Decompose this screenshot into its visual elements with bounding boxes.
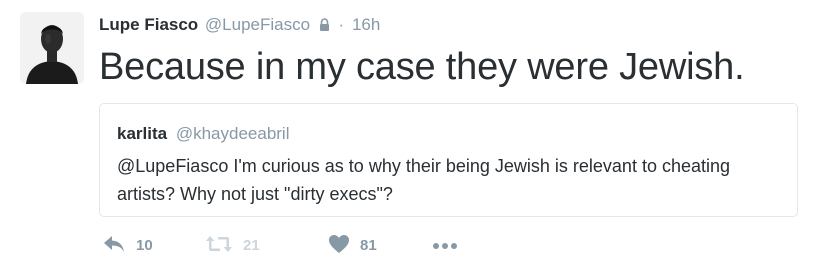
tweet: Lupe Fiasco @LupeFiasco · 16h Because in… bbox=[0, 0, 816, 274]
quoted-author-handle: @khaydeeabril bbox=[175, 124, 290, 143]
author-handle[interactable]: @LupeFiasco bbox=[205, 15, 310, 34]
quoted-author-name: karlita bbox=[117, 124, 168, 143]
quoted-tweet[interactable]: karlita @khaydeeabril @LupeFiasco I'm cu… bbox=[99, 103, 798, 217]
tweet-header: Lupe Fiasco @LupeFiasco · 16h bbox=[99, 14, 380, 37]
reply-count: 10 bbox=[136, 237, 153, 254]
more-button[interactable] bbox=[432, 234, 458, 258]
retweet-button[interactable]: 21 bbox=[205, 234, 260, 258]
reply-button[interactable]: 10 bbox=[102, 234, 153, 258]
tweet-text: Because in my case they were Jewish. bbox=[99, 46, 745, 88]
retweet-icon bbox=[205, 234, 233, 259]
author-avatar[interactable] bbox=[20, 12, 84, 84]
tweet-timestamp[interactable]: 16h bbox=[352, 15, 380, 34]
header-separator: · bbox=[338, 15, 345, 34]
retweet-count: 21 bbox=[243, 237, 260, 254]
more-icon bbox=[432, 237, 458, 255]
reply-icon bbox=[102, 234, 126, 259]
like-count: 81 bbox=[360, 237, 377, 254]
lock-icon bbox=[319, 15, 330, 37]
quoted-tweet-header: karlita @khaydeeabril bbox=[117, 123, 289, 145]
heart-icon bbox=[328, 234, 350, 259]
tweet-actions: 10 21 81 bbox=[99, 234, 519, 258]
author-name[interactable]: Lupe Fiasco bbox=[99, 15, 198, 34]
user-avatar-icon bbox=[20, 12, 84, 84]
quoted-tweet-text: @LupeFiasco I'm curious as to why their … bbox=[117, 156, 731, 204]
like-button[interactable]: 81 bbox=[328, 234, 377, 258]
